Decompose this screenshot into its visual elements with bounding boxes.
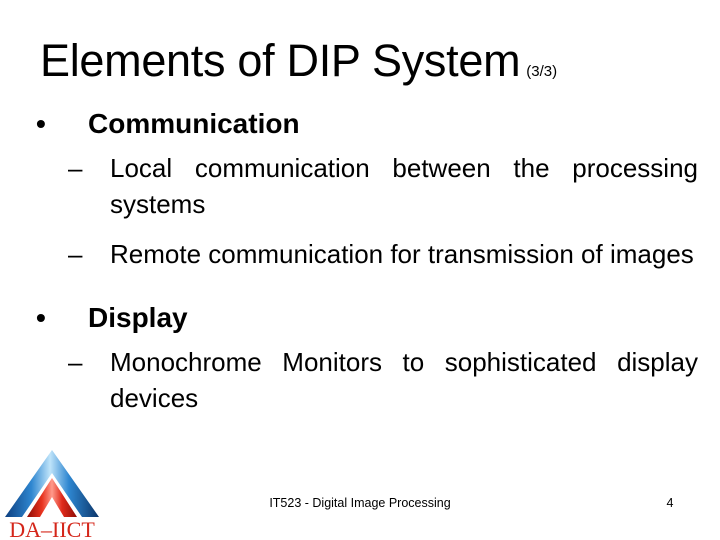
dash-icon: –: [68, 153, 83, 183]
sub-bullet-remote-communication: – Remote communication for transmission …: [0, 236, 720, 272]
sub-bullet-list-display: – Monochrome Monitors to sophisticated d…: [0, 344, 720, 416]
bullet-communication-label: Communication: [88, 108, 300, 139]
footer-page-number: 4: [666, 496, 674, 510]
slide-body: • Communication – Local communication be…: [0, 104, 720, 416]
sub-bullet-local-communication-text: Local communication between the processi…: [110, 153, 698, 219]
sub-bullet-local-communication: – Local communication between the proces…: [0, 150, 720, 222]
footer-course-label: IT523 - Digital Image Processing: [269, 496, 451, 510]
daiict-logo: DA–IICT: [2, 447, 106, 540]
bullet-display-label: Display: [88, 302, 188, 333]
sub-bullet-remote-communication-text: Remote communication for transmission of…: [110, 239, 694, 269]
page-title: Elements of DIP System (3/3): [40, 36, 700, 90]
dash-icon: –: [68, 239, 83, 269]
dash-icon: –: [68, 347, 83, 377]
logo-wordmark: DA–IICT: [9, 517, 95, 540]
page-title-superscript: (3/3): [526, 63, 558, 80]
slide-canvas: Elements of DIP System (3/3) • Communicat…: [0, 0, 720, 540]
page-title-main: Elements of DIP System: [40, 35, 521, 86]
bullet-dot-icon: •: [36, 108, 46, 139]
sub-bullet-monochrome-monitors: – Monochrome Monitors to sophisticated d…: [0, 344, 720, 416]
bullet-communication: • Communication: [0, 104, 720, 144]
bullet-dot-icon: •: [36, 302, 46, 333]
daiict-logo-graphic: DA–IICT: [5, 450, 99, 540]
sub-bullet-list-communication: – Local communication between the proces…: [0, 150, 720, 272]
bullet-display: • Display: [0, 298, 720, 338]
sub-bullet-monochrome-monitors-text: Monochrome Monitors to sophisticated dis…: [110, 347, 698, 413]
